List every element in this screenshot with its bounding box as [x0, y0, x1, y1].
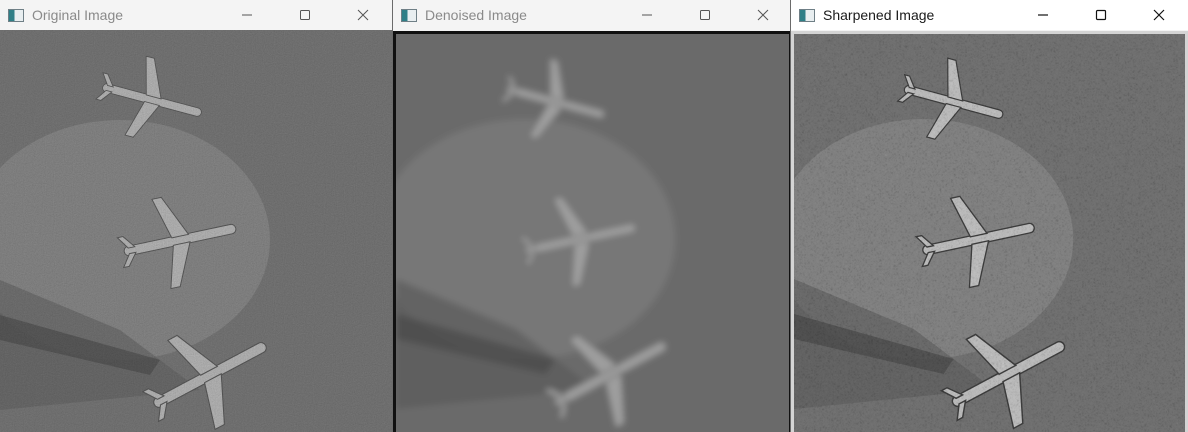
aerial-airplanes-image — [396, 34, 789, 432]
maximize-icon — [300, 10, 310, 20]
window-title: Original Image — [32, 7, 124, 23]
image-canvas-sharpened[interactable] — [791, 31, 1188, 432]
close-icon — [357, 9, 369, 21]
close-button[interactable] — [1130, 0, 1188, 30]
minimize-button[interactable] — [218, 0, 276, 30]
titlebar[interactable]: Original Image — [0, 0, 392, 30]
app-window-icon — [401, 8, 417, 22]
desktop: Original Image Denoised Image Sharpened … — [0, 0, 1188, 432]
minimize-button[interactable] — [618, 0, 676, 30]
window-sharpened-image[interactable]: Sharpened Image — [790, 0, 1188, 432]
maximize-button[interactable] — [1072, 0, 1130, 30]
minimize-icon — [642, 14, 652, 16]
window-controls — [618, 0, 792, 30]
app-window-icon — [8, 8, 24, 22]
image-canvas-original[interactable] — [0, 30, 392, 432]
close-icon — [1153, 9, 1165, 21]
maximize-button[interactable] — [276, 0, 334, 30]
minimize-icon — [1038, 14, 1048, 16]
image-canvas-denoised[interactable] — [393, 31, 792, 432]
maximize-icon — [700, 10, 710, 20]
window-controls — [218, 0, 392, 30]
aerial-airplanes-image — [0, 30, 392, 432]
titlebar[interactable]: Denoised Image — [393, 0, 792, 30]
window-original-image[interactable]: Original Image — [0, 0, 392, 432]
maximize-button[interactable] — [676, 0, 734, 30]
aerial-airplanes-image — [794, 34, 1185, 432]
window-title: Sharpened Image — [823, 7, 935, 23]
app-window-icon — [799, 8, 815, 22]
titlebar[interactable]: Sharpened Image — [791, 0, 1188, 30]
window-denoised-image[interactable]: Denoised Image — [392, 0, 792, 432]
minimize-icon — [242, 14, 252, 16]
window-title: Denoised Image — [425, 7, 527, 23]
close-button[interactable] — [334, 0, 392, 30]
minimize-button[interactable] — [1014, 0, 1072, 30]
maximize-icon — [1095, 9, 1107, 21]
close-button[interactable] — [734, 0, 792, 30]
close-icon — [757, 9, 769, 21]
window-controls — [1014, 0, 1188, 30]
